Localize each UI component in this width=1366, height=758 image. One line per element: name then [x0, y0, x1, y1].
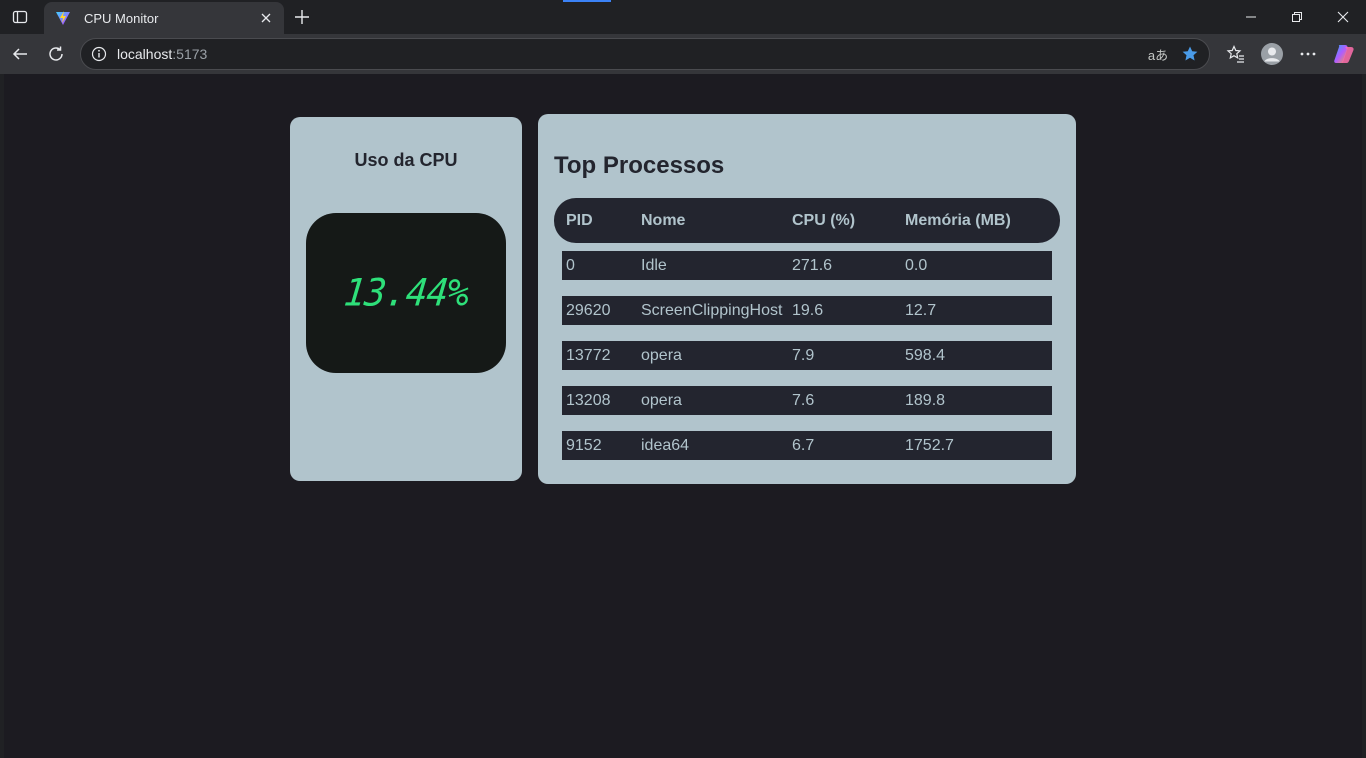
url-port: :5173 — [172, 46, 208, 62]
cell-name: ScreenClippingHost — [641, 302, 783, 319]
cell-cpu: 19.6 — [792, 302, 824, 319]
top-indicator — [563, 0, 611, 2]
close-icon[interactable] — [258, 10, 274, 26]
browser-tab[interactable]: CPU Monitor — [44, 2, 284, 34]
cell-pid: 9152 — [566, 437, 602, 454]
column-header-memory: Memória (MB) — [905, 212, 1011, 229]
cell-memory: 598.4 — [905, 347, 946, 364]
cpu-usage-display: 13.44% — [306, 213, 506, 373]
page-viewport: Uso da CPU 13.44% Top Processos PID Nome… — [4, 74, 1362, 758]
table-row: 13208 opera 7.6 189.8 — [562, 386, 1052, 415]
column-header-cpu: CPU (%) — [792, 212, 856, 229]
tab-title: CPU Monitor — [84, 10, 159, 26]
table-row: 0 Idle 271.6 0.0 — [562, 251, 1052, 280]
cpu-usage-title: Uso da CPU — [354, 150, 458, 170]
address-bar[interactable]: localhost:5173 aあ — [80, 38, 1210, 70]
table-row: 29620 ScreenClippingHost 19.6 12.7 — [562, 296, 1052, 325]
browser-toolbar: localhost:5173 aあ — [0, 34, 1366, 74]
more-icon[interactable] — [1294, 40, 1322, 68]
cell-memory: 1752.7 — [905, 437, 954, 454]
profile-icon[interactable] — [1258, 40, 1286, 68]
cpu-usage-value: 13.44% — [341, 271, 471, 315]
cell-name: opera — [641, 347, 682, 364]
read-aloud-icon[interactable]: aあ — [1147, 43, 1169, 65]
copilot-icon[interactable] — [1330, 40, 1358, 68]
top-processes-card: Top Processos PID Nome CPU (%) Memória (… — [538, 114, 1076, 484]
back-arrow-icon[interactable] — [6, 40, 34, 68]
url-host: localhost — [117, 46, 173, 62]
browser-titlebar: CPU Monitor — [0, 0, 1366, 34]
table-row: 9152 idea64 6.7 1752.7 — [562, 431, 1052, 460]
column-header-pid: PID — [566, 212, 593, 229]
cell-memory: 12.7 — [905, 302, 937, 319]
cell-pid: 13772 — [566, 347, 611, 364]
cell-cpu: 7.9 — [792, 347, 815, 364]
info-icon[interactable] — [91, 46, 107, 62]
process-table-header: PID Nome CPU (%) Memória (MB) — [554, 198, 1060, 243]
star-icon[interactable] — [1179, 43, 1201, 65]
column-header-name: Nome — [641, 212, 686, 229]
table-row: 13772 opera 7.9 598.4 — [562, 341, 1052, 370]
plus-icon[interactable] — [290, 5, 314, 29]
tab-actions-icon[interactable] — [6, 4, 34, 30]
reload-icon[interactable] — [42, 40, 70, 68]
cell-cpu: 271.6 — [792, 257, 833, 274]
cell-cpu: 7.6 — [792, 392, 815, 409]
cell-pid: 0 — [566, 257, 575, 274]
cell-pid: 29620 — [566, 302, 611, 319]
cell-name: opera — [641, 392, 682, 409]
minimize-icon[interactable] — [1228, 0, 1274, 34]
vite-logo-icon — [54, 9, 72, 27]
cell-pid: 13208 — [566, 392, 611, 409]
cell-memory: 0.0 — [905, 257, 928, 274]
restore-icon[interactable] — [1274, 0, 1320, 34]
top-processes-title: Top Processos — [554, 152, 725, 179]
cell-name: Idle — [641, 257, 667, 274]
window-close-icon[interactable] — [1320, 0, 1366, 34]
window-controls — [1228, 0, 1366, 34]
cell-memory: 189.8 — [905, 392, 946, 409]
cell-cpu: 6.7 — [792, 437, 815, 454]
cpu-usage-card: Uso da CPU 13.44% — [290, 117, 522, 481]
favorites-icon[interactable] — [1222, 40, 1250, 68]
cell-name: idea64 — [641, 437, 690, 454]
